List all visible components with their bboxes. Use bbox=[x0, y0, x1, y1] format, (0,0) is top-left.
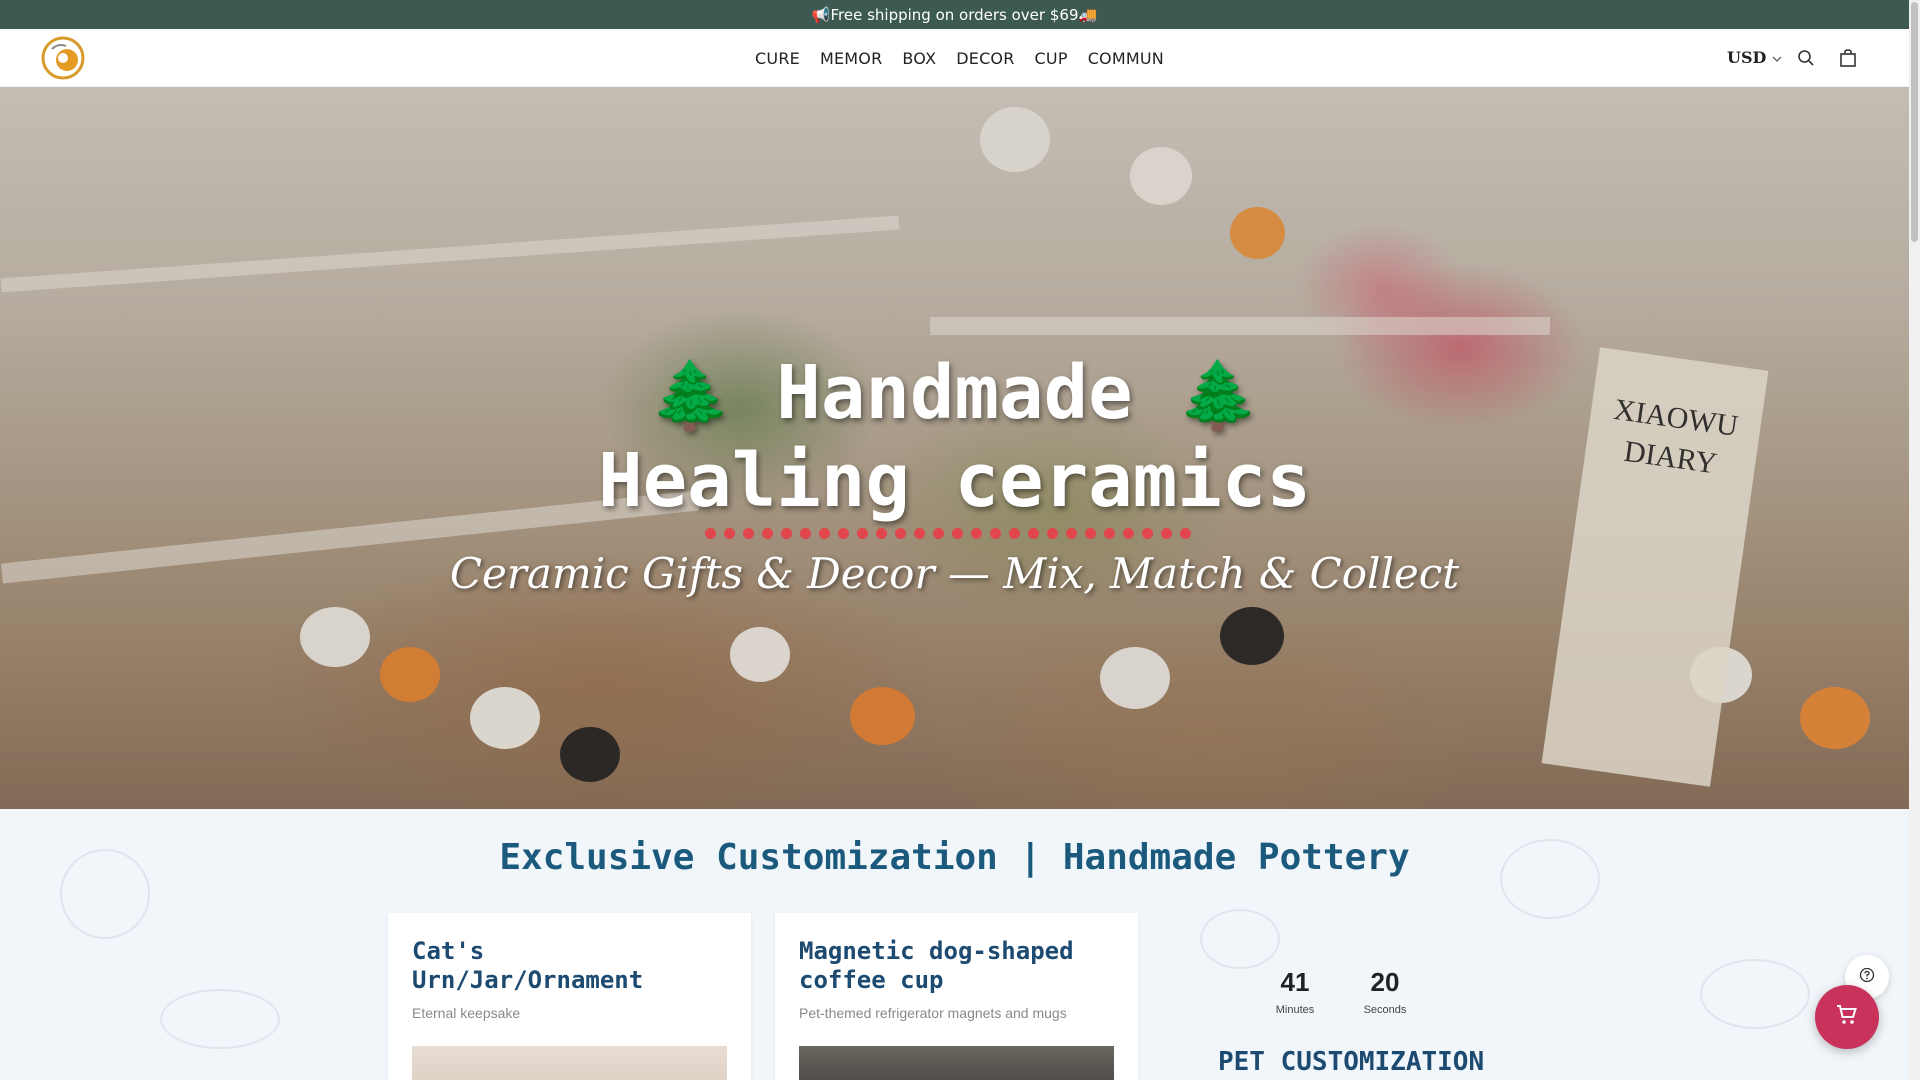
floating-cart-button[interactable] bbox=[1815, 985, 1879, 1049]
customization-section: Exclusive Customization | Handmade Potte… bbox=[0, 809, 1909, 1080]
nav-item-box[interactable]: BOX bbox=[902, 49, 936, 68]
product-card[interactable]: Cat's Urn/Jar/Ornament Eternal keepsake bbox=[388, 913, 751, 1080]
help-icon bbox=[1859, 967, 1875, 988]
countdown-seconds-label: Seconds bbox=[1363, 1004, 1407, 1016]
shopping-bag-icon[interactable] bbox=[1838, 48, 1858, 68]
pet-customization-title: PET CUSTOMIZATION bbox=[1218, 1047, 1485, 1077]
search-icon[interactable] bbox=[1796, 48, 1816, 68]
hero-divider-dots bbox=[705, 528, 1205, 542]
card-title: Magnetic dog-shaped coffee cup bbox=[799, 937, 1074, 994]
chevron-down-icon bbox=[1772, 48, 1782, 67]
cart-icon bbox=[1835, 1003, 1859, 1032]
card-title: Cat's Urn/Jar/Ornament bbox=[412, 937, 644, 994]
section-title: Exclusive Customization | Handmade Potte… bbox=[499, 837, 1410, 878]
product-card[interactable]: Magnetic dog-shaped coffee cup Pet-theme… bbox=[775, 913, 1138, 1080]
countdown-minutes: 41 Minutes bbox=[1270, 967, 1320, 1016]
nav-item-decor[interactable]: DECOR bbox=[956, 49, 1014, 68]
background-doodle bbox=[1200, 909, 1280, 969]
countdown-timer: 41 Minutes 20 Seconds bbox=[1270, 967, 1410, 1016]
countdown-seconds-value: 20 bbox=[1370, 967, 1400, 997]
countdown-minutes-label: Minutes bbox=[1275, 1004, 1315, 1016]
scrollbar-thumb[interactable] bbox=[1911, 2, 1918, 242]
announcement-text: 📢Free shipping on orders over $69🚚 bbox=[811, 5, 1098, 24]
card-image bbox=[412, 1046, 727, 1080]
hero-title-line2: Healing ceramics bbox=[598, 438, 1311, 524]
tree-icon: 🌲 bbox=[1177, 357, 1260, 434]
nav-item-cup[interactable]: CUP bbox=[1035, 49, 1068, 68]
hero-title-text: Handmade bbox=[776, 350, 1133, 436]
site-header: CURE MEMOR BOX DECOR CUP COMMUN USD bbox=[0, 29, 1909, 87]
main-nav: CURE MEMOR BOX DECOR CUP COMMUN bbox=[0, 29, 1909, 87]
card-description: Pet-themed refrigerator magnets and mugs bbox=[799, 1005, 1067, 1021]
background-doodle bbox=[160, 989, 280, 1049]
nav-item-commun[interactable]: COMMUN bbox=[1088, 49, 1164, 68]
countdown-seconds: 20 Seconds bbox=[1360, 967, 1410, 1016]
nav-item-cure[interactable]: CURE bbox=[755, 49, 800, 68]
tree-icon: 🌲 bbox=[649, 357, 732, 434]
currency-selector[interactable]: USD bbox=[1727, 48, 1782, 67]
hero-banner: XIAOWU DIARY 🌲 Handmade 🌲 Healing cerami… bbox=[0, 87, 1909, 809]
hero-title-line1: 🌲 Handmade 🌲 bbox=[0, 349, 1909, 440]
nav-item-memor[interactable]: MEMOR bbox=[820, 49, 882, 68]
page-scrollbar[interactable] bbox=[1909, 0, 1920, 1080]
card-image bbox=[799, 1046, 1114, 1080]
countdown-minutes-value: 41 bbox=[1280, 967, 1310, 997]
hero-subtitle: Ceramic Gifts & Decor — Mix, Match & Col… bbox=[449, 549, 1460, 598]
currency-label: USD bbox=[1727, 48, 1767, 67]
background-doodle bbox=[1700, 959, 1810, 1029]
card-description: Eternal keepsake bbox=[412, 1005, 521, 1021]
announcement-bar: 📢Free shipping on orders over $69🚚 bbox=[0, 0, 1909, 29]
